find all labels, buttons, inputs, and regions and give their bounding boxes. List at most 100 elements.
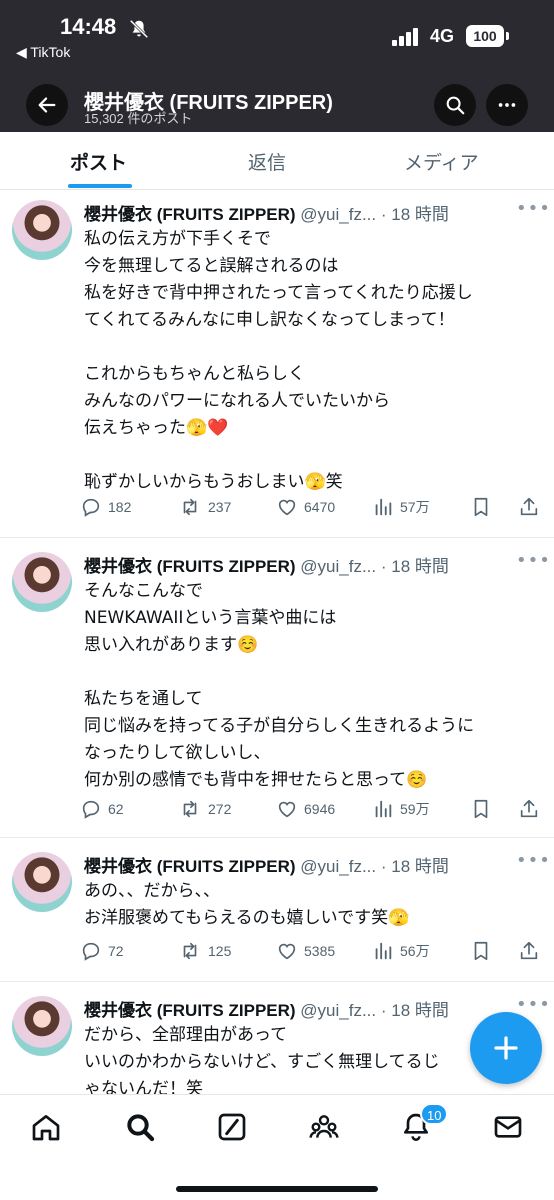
views-count: 56万	[400, 943, 430, 959]
signal-icon	[392, 28, 418, 46]
post-actions: 62 272 6946 59万	[80, 798, 550, 824]
avatar[interactable]	[12, 200, 72, 260]
avatar[interactable]	[12, 852, 72, 912]
like-button[interactable]: 6470	[276, 496, 335, 518]
post-item[interactable]: 櫻井優衣 (FRUITS ZIPPER) @yui_fz... · 18 時間 …	[0, 838, 554, 982]
bookmark-button[interactable]	[470, 798, 498, 820]
share-button[interactable]	[518, 798, 546, 820]
share-button[interactable]	[518, 940, 546, 962]
reply-count: 72	[108, 943, 124, 959]
post-actions: 182 237 6470 57万	[80, 496, 550, 522]
bookmark-button[interactable]	[470, 940, 498, 962]
like-count: 6470	[304, 499, 336, 515]
avatar[interactable]	[12, 996, 72, 1056]
profile-tabs: ポスト 返信 メディア	[0, 132, 554, 190]
repost-icon	[183, 498, 197, 516]
post-author[interactable]: 櫻井優衣 (FRUITS ZIPPER) @yui_fz... · 18 時間	[84, 996, 449, 1021]
repost-count: 272	[208, 801, 232, 817]
post-time: · 18 時間	[380, 205, 449, 224]
views-button[interactable]: 59万	[372, 798, 430, 820]
more-button[interactable]	[486, 84, 528, 126]
top-bar: 14:48 ◀ TikTok 4G 100 櫻井優衣 (FRUITS ZIPPE…	[0, 0, 554, 132]
post-time: · 18 時間	[380, 857, 449, 876]
arrow-left-icon	[38, 97, 56, 113]
reply-icon	[82, 942, 100, 961]
battery-level: 100	[466, 25, 504, 47]
search-button[interactable]	[434, 84, 476, 126]
post-text: あの、、だから、、 お洋服褒めてもらえるのも嬉しいです笑🫣	[84, 881, 410, 928]
post-author[interactable]: 櫻井優衣 (FRUITS ZIPPER) @yui_fz... · 18 時間	[84, 200, 449, 225]
post-item[interactable]: 櫻井優衣 (FRUITS ZIPPER) @yui_fz... · 18 時間 …	[0, 190, 554, 538]
repost-button[interactable]: 125	[178, 940, 231, 962]
post-more-icon[interactable]: •••	[516, 994, 551, 1015]
share-icon	[520, 941, 538, 960]
like-button[interactable]: 5385	[276, 940, 335, 962]
status-bar: 14:48 ◀ TikTok 4G 100	[0, 0, 554, 62]
views-button[interactable]: 57万	[372, 496, 430, 518]
bookmark-button[interactable]	[470, 496, 498, 518]
home-indicator	[176, 1186, 378, 1192]
post-time: · 18 時間	[380, 1001, 449, 1020]
grok-icon[interactable]	[216, 1111, 248, 1143]
views-chart-icon	[375, 942, 392, 960]
reply-icon	[82, 800, 100, 819]
reply-button[interactable]: 62	[80, 798, 124, 820]
back-button[interactable]	[26, 84, 68, 126]
heart-icon	[278, 801, 296, 818]
views-button[interactable]: 56万	[372, 940, 430, 962]
share-button[interactable]	[518, 496, 546, 518]
views-chart-icon	[375, 800, 392, 818]
home-icon[interactable]	[30, 1111, 62, 1143]
repost-count: 237	[208, 499, 232, 515]
post-text: そんなこんなで NEWKAWAIIという言葉や曲には 思い入れがあります☺️ 私…	[84, 581, 475, 790]
repost-button[interactable]: 237	[178, 496, 231, 518]
back-to-app-link[interactable]: ◀ TikTok	[16, 44, 70, 61]
tab-active-indicator	[68, 184, 132, 188]
status-time: 14:48	[60, 14, 117, 39]
bookmark-icon	[474, 799, 488, 819]
notification-badge: 10	[420, 1103, 449, 1125]
repost-icon	[183, 942, 197, 960]
reply-button[interactable]: 72	[80, 940, 124, 962]
reply-count: 62	[108, 801, 124, 817]
heart-icon	[278, 943, 296, 960]
like-button[interactable]: 6946	[276, 798, 335, 820]
avatar[interactable]	[12, 552, 72, 612]
search-icon[interactable]	[124, 1111, 156, 1143]
views-count: 59万	[400, 801, 430, 817]
post-author[interactable]: 櫻井優衣 (FRUITS ZIPPER) @yui_fz... · 18 時間	[84, 852, 449, 877]
post-time: · 18 時間	[380, 557, 449, 576]
more-horizontal-icon	[498, 103, 516, 107]
post-handle: @yui_fz...	[300, 1001, 377, 1020]
repost-button[interactable]: 272	[178, 798, 231, 820]
reply-icon	[82, 498, 100, 517]
mail-icon[interactable]	[492, 1111, 524, 1143]
views-count: 57万	[400, 499, 430, 515]
post-more-icon[interactable]: •••	[516, 550, 551, 571]
views-chart-icon	[375, 498, 392, 516]
post-actions: 72 125 5385 56万	[80, 940, 550, 966]
like-count: 5385	[304, 943, 336, 959]
tab-posts[interactable]: ポスト	[70, 148, 127, 175]
tab-media[interactable]: メディア	[404, 148, 479, 175]
heart-icon	[278, 499, 296, 516]
post-count: 15,302 件のポスト	[84, 111, 193, 126]
battery-tip	[506, 32, 509, 40]
post-more-icon[interactable]: •••	[516, 850, 551, 871]
communities-icon[interactable]	[308, 1111, 340, 1143]
post-more-icon[interactable]: •••	[516, 198, 551, 219]
repost-icon	[183, 800, 197, 818]
tab-replies[interactable]: 返信	[248, 148, 286, 175]
bell-slash-icon	[129, 19, 149, 39]
search-icon	[446, 96, 465, 115]
compose-button[interactable]	[470, 1012, 542, 1084]
bookmark-icon	[474, 497, 488, 517]
reply-count: 182	[108, 499, 132, 515]
reply-button[interactable]: 182	[80, 496, 131, 518]
like-count: 6946	[304, 801, 336, 817]
bottom-nav: 10	[0, 1094, 554, 1200]
bookmark-icon	[474, 941, 488, 961]
post-item[interactable]: 櫻井優衣 (FRUITS ZIPPER) @yui_fz... · 18 時間 …	[0, 538, 554, 838]
repost-count: 125	[208, 943, 232, 959]
post-author[interactable]: 櫻井優衣 (FRUITS ZIPPER) @yui_fz... · 18 時間	[84, 552, 449, 577]
